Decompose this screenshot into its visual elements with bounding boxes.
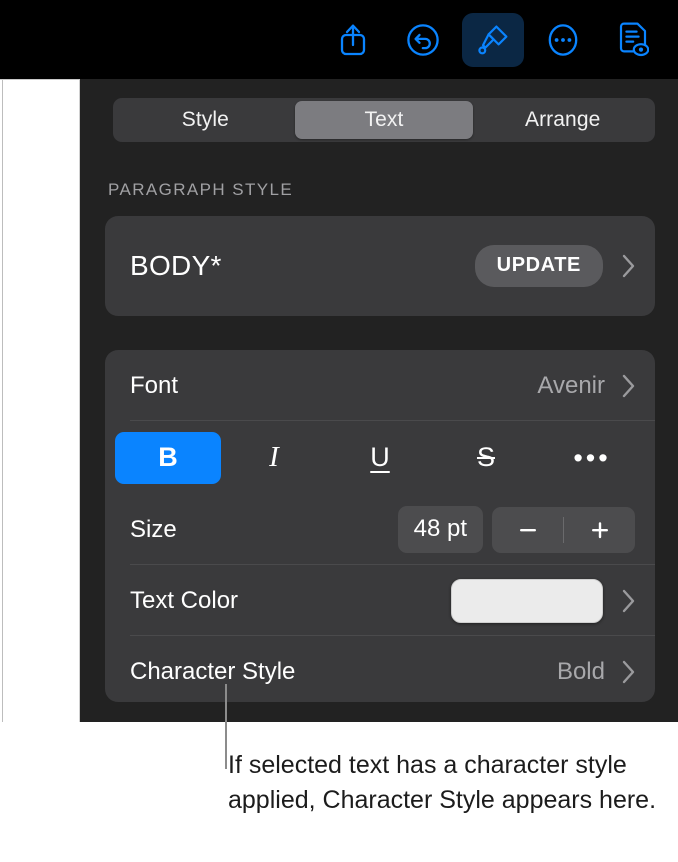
chevron-right-icon xyxy=(621,252,637,280)
tab-text[interactable]: Text xyxy=(294,101,474,139)
more-options-button[interactable] xyxy=(532,13,594,67)
minus-icon xyxy=(519,528,536,531)
paragraph-style-row[interactable]: BODY* UPDATE xyxy=(105,216,655,316)
top-toolbar xyxy=(0,0,678,79)
size-label: Size xyxy=(130,515,177,543)
chevron-right-icon xyxy=(621,372,637,400)
format-panel: Style Text Arrange PARAGRAPH STYLE BODY*… xyxy=(80,79,678,722)
italic-button[interactable]: I xyxy=(221,432,327,484)
text-options-card: Font Avenir B I U S ••• Size 48 pt Text … xyxy=(105,350,655,702)
tab-style[interactable]: Style xyxy=(116,101,295,139)
text-color-row[interactable]: Text Color xyxy=(105,565,655,636)
paragraph-style-section-label: PARAGRAPH STYLE xyxy=(108,180,294,199)
undo-icon xyxy=(406,23,440,57)
callout-leader-line xyxy=(225,684,227,769)
size-increment-button[interactable] xyxy=(564,507,635,553)
size-stepper xyxy=(492,506,635,553)
size-value-field[interactable]: 48 pt xyxy=(397,506,483,553)
format-brush-icon xyxy=(476,23,510,57)
chevron-right-icon xyxy=(621,658,637,686)
bold-button[interactable]: B xyxy=(115,431,221,484)
document-options-button[interactable] xyxy=(602,13,664,67)
more-options-icon xyxy=(546,23,580,57)
chevron-right-icon xyxy=(621,587,637,615)
underline-button[interactable]: U xyxy=(327,432,433,484)
text-format-buttons-row: B I U S ••• xyxy=(105,421,655,494)
text-color-swatch[interactable] xyxy=(451,578,603,623)
character-style-row[interactable]: Character Style Bold xyxy=(105,636,655,707)
plus-icon xyxy=(591,521,608,538)
size-decrement-button[interactable] xyxy=(492,507,563,553)
font-value: Avenir xyxy=(537,371,605,399)
character-style-label: Character Style xyxy=(130,657,296,685)
share-icon xyxy=(338,23,368,57)
undo-button[interactable] xyxy=(392,13,454,67)
paragraph-style-card: BODY* UPDATE xyxy=(105,216,655,316)
format-brush-button[interactable] xyxy=(462,12,524,67)
tab-arrange[interactable]: Arrange xyxy=(473,101,652,139)
update-style-button[interactable]: UPDATE xyxy=(474,245,603,287)
character-style-value: Bold xyxy=(556,657,605,685)
paragraph-style-name: BODY* xyxy=(130,250,222,281)
size-row: Size 48 pt xyxy=(105,494,655,565)
document-options-icon xyxy=(617,22,649,58)
callout-caption: If selected text has a character style a… xyxy=(228,751,657,814)
font-row[interactable]: Font Avenir xyxy=(105,350,655,421)
font-label: Font xyxy=(130,371,179,399)
strikethrough-button[interactable]: S xyxy=(433,432,539,484)
document-page[interactable] xyxy=(2,80,80,722)
text-color-label: Text Color xyxy=(130,586,239,614)
more-format-button[interactable]: ••• xyxy=(539,432,645,484)
format-tabs: Style Text Arrange xyxy=(113,98,655,142)
share-button[interactable] xyxy=(322,13,384,67)
